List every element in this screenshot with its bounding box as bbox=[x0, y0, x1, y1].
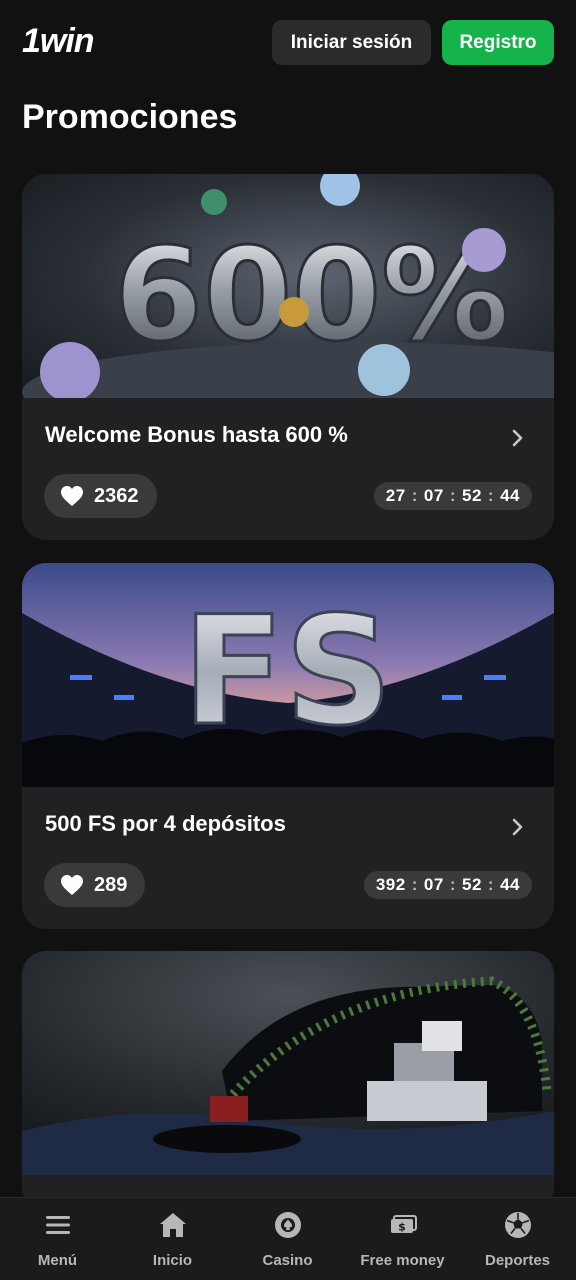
nav-label: Deportes bbox=[484, 1252, 551, 1269]
home-icon bbox=[159, 1213, 186, 1237]
money-icon: $ bbox=[390, 1215, 417, 1234]
timer-hours: 07 bbox=[423, 875, 444, 894]
timer-days: 27 bbox=[385, 486, 406, 505]
top-header: 1win Iniciar sesión Registro bbox=[0, 0, 576, 88]
casino-chip-icon bbox=[274, 1212, 301, 1238]
like-count: 289 bbox=[94, 873, 128, 896]
promo-banner-fs[interactable]: FS bbox=[22, 563, 554, 787]
countdown-timer: 392: 07: 52: 44 bbox=[363, 871, 532, 899]
chevron-right-icon[interactable] bbox=[508, 426, 528, 450]
promo-card-welcome-bonus[interactable]: 600% Welcome Bonus hasta 600 % 2362 27: … bbox=[22, 174, 554, 540]
chevron-right-icon[interactable] bbox=[508, 815, 528, 839]
login-button[interactable]: Iniciar sesión bbox=[272, 20, 431, 65]
bottom-nav: Menú Inicio Casino $ Free money Deportes bbox=[0, 1197, 576, 1280]
nav-label: Casino bbox=[262, 1252, 313, 1269]
timer-hours: 07 bbox=[423, 486, 444, 505]
nav-sports[interactable]: Deportes bbox=[460, 1198, 575, 1280]
like-button[interactable]: 2362 bbox=[44, 474, 157, 518]
nav-free-money[interactable]: $ Free money bbox=[345, 1198, 460, 1280]
nav-label: Inicio bbox=[152, 1252, 193, 1269]
banner-text-600: 600% bbox=[114, 221, 509, 370]
promo-card-car-giveaway[interactable] bbox=[22, 951, 554, 1211]
nav-label: Menú bbox=[37, 1252, 78, 1269]
nav-casino[interactable]: Casino bbox=[230, 1198, 345, 1280]
bitcoin-coin-icon bbox=[279, 297, 309, 327]
soccer-ball-icon bbox=[504, 1212, 531, 1238]
heart-icon bbox=[61, 486, 83, 506]
timer-seconds: 44 bbox=[500, 486, 520, 505]
promo-title[interactable]: Welcome Bonus hasta 600 % bbox=[45, 422, 348, 448]
svg-text:$: $ bbox=[398, 1221, 406, 1234]
nav-home[interactable]: Inicio bbox=[115, 1198, 230, 1280]
register-button[interactable]: Registro bbox=[442, 20, 554, 65]
promo-banner-car[interactable] bbox=[22, 951, 554, 1175]
timer-days: 392 bbox=[375, 875, 406, 894]
promo-title[interactable]: 500 FS por 4 depósitos bbox=[45, 811, 286, 837]
timer-minutes: 52 bbox=[461, 875, 482, 894]
menu-icon bbox=[45, 1216, 70, 1234]
page-title: Promociones bbox=[22, 98, 238, 136]
nav-menu[interactable]: Menú bbox=[0, 1198, 115, 1280]
countdown-timer: 27: 07: 52: 44 bbox=[373, 482, 532, 510]
timer-seconds: 44 bbox=[500, 875, 520, 894]
promo-card-free-spins[interactable]: FS 500 FS por 4 depósitos 289 392: 07: 5… bbox=[22, 563, 554, 929]
timer-minutes: 52 bbox=[461, 486, 482, 505]
promo-banner-600[interactable]: 600% bbox=[22, 174, 554, 398]
like-count: 2362 bbox=[94, 484, 139, 507]
heart-icon bbox=[61, 875, 83, 895]
like-button[interactable]: 289 bbox=[44, 863, 146, 907]
nav-label: Free money bbox=[360, 1252, 445, 1269]
brand-logo[interactable]: 1win bbox=[22, 22, 95, 61]
